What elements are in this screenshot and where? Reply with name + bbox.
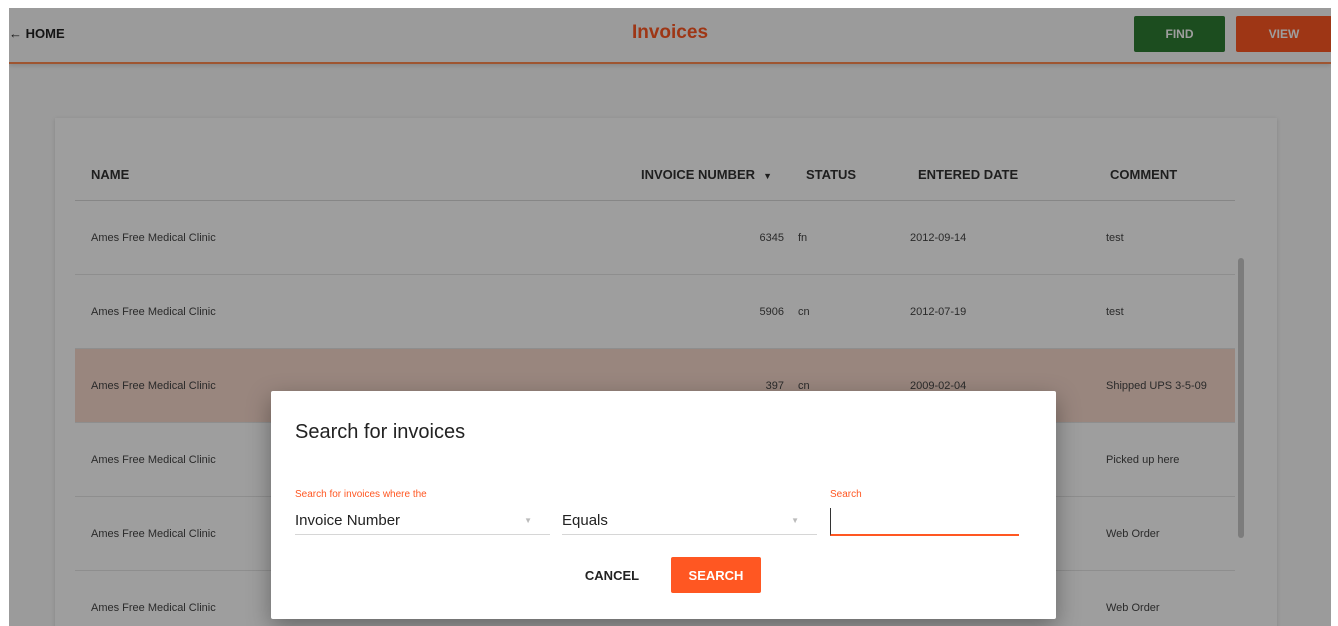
dropdown-arrow-icon: ▼ <box>524 516 532 525</box>
search-dialog: Search for invoices Search for invoices … <box>271 391 1056 619</box>
search-button[interactable]: SEARCH <box>671 557 761 593</box>
cancel-button[interactable]: CANCEL <box>572 557 652 593</box>
search-where-label: Search for invoices where the <box>295 489 427 500</box>
field-select-value: Invoice Number <box>295 512 401 529</box>
app-window: ← HOME Invoices FIND VIEW NAME INVOICE N… <box>9 8 1331 626</box>
dialog-title: Search for invoices <box>295 421 466 443</box>
field-select[interactable]: Invoice Number ▼ <box>295 508 550 535</box>
operator-select-value: Equals <box>562 512 608 529</box>
operator-select[interactable]: Equals ▼ <box>562 508 817 535</box>
search-input[interactable] <box>830 508 1019 536</box>
dropdown-arrow-icon: ▼ <box>791 516 799 525</box>
search-field-label: Search <box>830 489 862 500</box>
